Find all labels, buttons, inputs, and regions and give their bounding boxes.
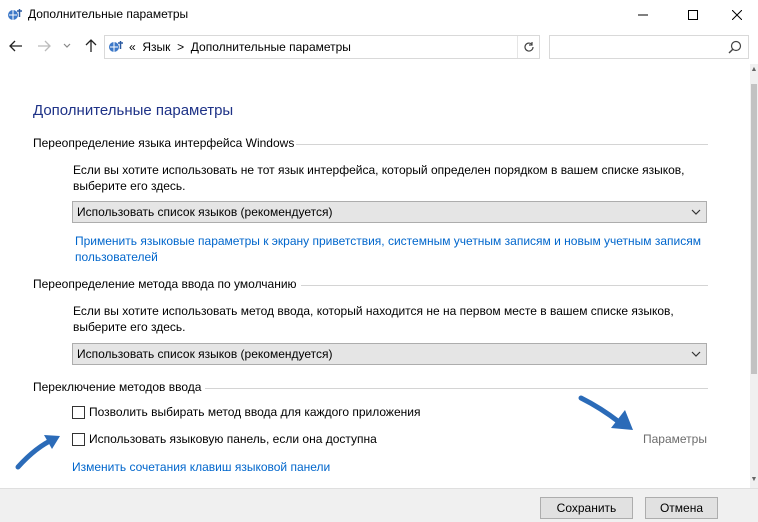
search-icon — [728, 40, 742, 54]
arrow-icon — [15, 435, 60, 470]
arrow-icon — [578, 395, 633, 430]
language-bar-checkbox[interactable] — [72, 432, 85, 446]
breadcrumb-item-language[interactable]: Язык — [142, 40, 170, 54]
up-button[interactable] — [83, 38, 99, 54]
ui-language-select[interactable]: Использовать список языков (рекомендуетс… — [72, 201, 707, 223]
minimize-icon — [638, 14, 648, 16]
per-app-input-label: Позволить выбирать метод ввода для каждо… — [89, 405, 421, 419]
ui-language-description: Если вы хотите использовать не тот язык … — [73, 163, 685, 193]
input-method-heading: Переопределение метода ввода по умолчани… — [33, 277, 297, 291]
navigation-bar: « Язык > Дополнительные параметры — [0, 30, 758, 64]
per-app-input-checkbox[interactable] — [72, 405, 85, 419]
hotkeys-link[interactable]: Изменить сочетания клавиш языковой панел… — [72, 459, 330, 475]
refresh-button[interactable] — [517, 36, 539, 58]
language-icon — [8, 9, 22, 20]
cancel-button[interactable]: Отмена — [645, 497, 718, 519]
switching-heading: Переключение методов ввода — [33, 380, 202, 394]
language-icon — [109, 41, 123, 52]
ui-language-select-value: Использовать список языков (рекомендуетс… — [77, 205, 333, 219]
maximize-icon — [688, 10, 698, 20]
breadcrumb-item-advanced[interactable]: Дополнительные параметры — [191, 40, 351, 54]
forward-button[interactable] — [36, 38, 52, 54]
language-bar-option[interactable]: Использовать языковую панель, если она д… — [72, 431, 377, 447]
divider — [301, 285, 708, 286]
apply-welcome-screen-link[interactable]: Применить языковые параметры к экрану пр… — [75, 233, 715, 265]
per-app-input-option[interactable]: Позволить выбирать метод ввода для каждо… — [72, 404, 420, 420]
back-button[interactable] — [8, 38, 24, 54]
chevron-down-icon — [691, 351, 701, 357]
save-button[interactable]: Сохранить — [540, 497, 633, 519]
input-method-description: Если вы хотите использовать метод ввода,… — [73, 304, 674, 334]
input-method-select[interactable]: Использовать список языков (рекомендуетс… — [72, 343, 707, 365]
title-bar: Дополнительные параметры — [0, 0, 758, 30]
divider — [296, 144, 708, 145]
recent-locations-button[interactable] — [62, 38, 72, 54]
arrow-right-icon — [38, 40, 51, 52]
close-icon — [732, 10, 742, 20]
main-content: Дополнительные параметры Переопределение… — [0, 64, 750, 488]
refresh-icon — [523, 42, 534, 52]
breadcrumb-overflow[interactable]: « — [129, 40, 136, 54]
arrow-up-icon — [85, 39, 97, 52]
divider — [205, 388, 708, 389]
address-bar[interactable]: « Язык > Дополнительные параметры — [104, 35, 540, 59]
close-button[interactable] — [714, 0, 758, 30]
maximize-button[interactable] — [670, 0, 716, 30]
minimize-button[interactable] — [620, 0, 666, 30]
arrow-left-icon — [9, 40, 22, 52]
search-input[interactable] — [549, 35, 749, 59]
chevron-down-icon — [691, 209, 701, 215]
scroll-down-icon[interactable]: ▼ — [750, 476, 758, 486]
input-method-select-value: Использовать список языков (рекомендуетс… — [77, 347, 333, 361]
window-title: Дополнительные параметры — [28, 7, 189, 21]
scroll-up-icon[interactable]: ▲ — [750, 66, 758, 76]
breadcrumb: « Язык > Дополнительные параметры — [129, 40, 351, 54]
ui-language-heading: Переопределение языка интерфейса Windows — [33, 136, 295, 150]
page-title: Дополнительные параметры — [33, 102, 234, 119]
chevron-down-icon — [63, 43, 71, 48]
vertical-scrollbar[interactable]: ▲ ▼ — [750, 64, 758, 488]
language-bar-label: Использовать языковую панель, если она д… — [89, 432, 377, 446]
dialog-footer: Сохранить Отмена — [0, 488, 758, 522]
scrollbar-thumb[interactable] — [751, 84, 757, 374]
language-bar-settings-link[interactable]: Параметры — [643, 432, 707, 446]
breadcrumb-separator[interactable]: > — [177, 40, 184, 54]
